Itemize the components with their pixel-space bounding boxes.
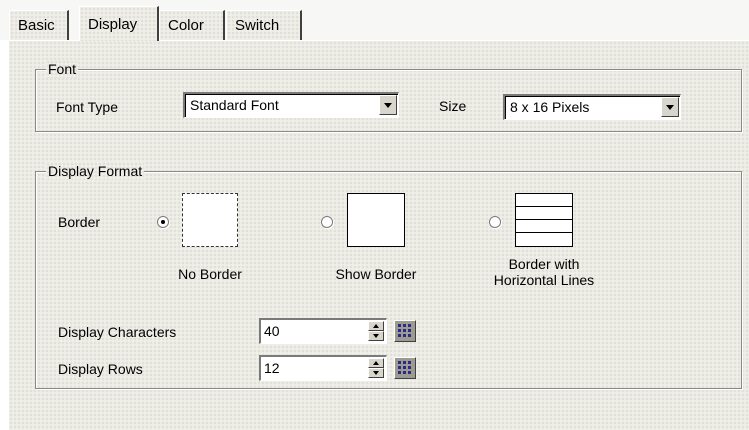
border-label: Border <box>58 214 101 230</box>
spin-up-icon[interactable] <box>368 321 384 331</box>
size-select[interactable]: 8 x 16 Pixels <box>503 94 681 120</box>
chevron-down-icon <box>666 105 674 110</box>
show-border-radio[interactable] <box>321 216 333 228</box>
border-horizontal-lines-preview <box>515 193 573 247</box>
show-border-preview <box>347 193 405 247</box>
border-horizontal-lines-label: Border with Horizontal Lines <box>493 256 595 288</box>
font-type-label: Font Type <box>56 99 119 115</box>
display-rows-spin-buttons[interactable] <box>368 358 384 378</box>
spin-down-icon[interactable] <box>368 368 384 378</box>
size-dropdown-button[interactable] <box>661 97 679 117</box>
display-characters-value: 40 <box>264 323 280 339</box>
display-rows-value: 12 <box>264 360 280 376</box>
keypad-icon <box>398 361 411 374</box>
radio-selected-dot <box>161 220 165 224</box>
font-type-select[interactable]: Standard Font <box>183 92 399 118</box>
tab-basic[interactable]: Basic <box>9 10 69 40</box>
tab-display[interactable]: Display <box>79 6 159 41</box>
font-type-dropdown-button[interactable] <box>379 95 397 115</box>
display-characters-spinbox[interactable]: 40 <box>259 318 387 344</box>
display-rows-label: Display Rows <box>58 361 143 377</box>
display-tab-panel: Font Font Type Standard Font Size 8 x 16… <box>8 40 749 430</box>
tab-color[interactable]: Color <box>159 10 225 40</box>
border-horizontal-lines-radio[interactable] <box>489 216 501 228</box>
tab-switch-label: Switch <box>235 17 280 34</box>
tab-color-label: Color <box>168 17 204 34</box>
chevron-down-icon <box>384 103 392 108</box>
tab-display-label: Display <box>88 16 138 33</box>
no-border-label: No Border <box>178 266 242 282</box>
display-characters-label: Display Characters <box>58 324 177 340</box>
font-group: Font Font Type Standard Font Size 8 x 16… <box>35 60 742 132</box>
font-group-title: Font <box>48 60 77 78</box>
size-label: Size <box>439 98 467 114</box>
display-format-group-title: Display Format <box>48 162 143 180</box>
display-rows-keypad-button[interactable] <box>394 357 416 379</box>
spin-up-icon[interactable] <box>368 358 384 368</box>
display-characters-spin-buttons[interactable] <box>368 321 384 341</box>
no-border-preview <box>182 193 238 247</box>
font-type-value: Standard Font <box>190 97 279 113</box>
display-characters-keypad-button[interactable] <box>394 320 416 342</box>
tab-switch[interactable]: Switch <box>226 10 302 40</box>
tab-basic-label: Basic <box>18 17 55 34</box>
display-rows-spinbox[interactable]: 12 <box>259 355 387 381</box>
display-format-group: Display Format Border No Border Show Bor… <box>35 162 742 389</box>
size-value: 8 x 16 Pixels <box>510 99 590 115</box>
no-border-radio[interactable] <box>157 216 169 228</box>
show-border-label: Show Border <box>335 266 417 282</box>
keypad-icon <box>398 324 411 337</box>
spin-down-icon[interactable] <box>368 331 384 341</box>
